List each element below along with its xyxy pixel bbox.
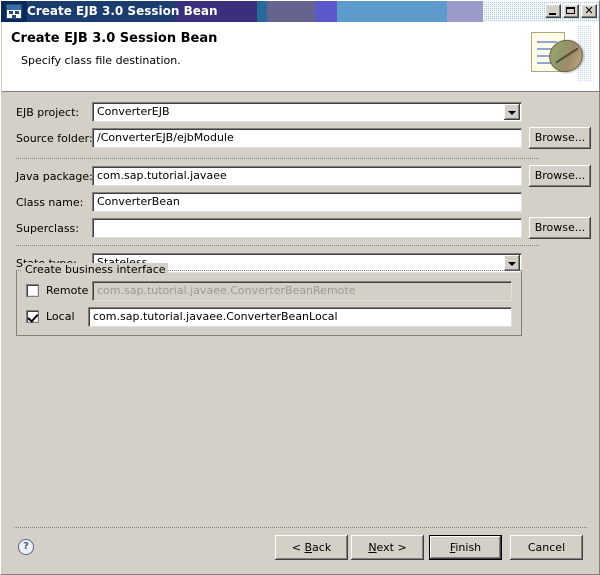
local-label: Local bbox=[46, 310, 75, 323]
java-package-input[interactable]: com.sap.tutorial.javaee bbox=[92, 166, 522, 186]
source-folder-input[interactable]: /ConverterEJB/ejbModule bbox=[92, 128, 522, 148]
ejb-project-combobox[interactable]: ConverterEJB bbox=[92, 102, 522, 122]
ejb-wizard-icon bbox=[6, 4, 22, 19]
window-title: Create EJB 3.0 Session Bean bbox=[27, 4, 218, 18]
help-icon[interactable]: ? bbox=[18, 539, 34, 555]
ejb-project-label: EJB project: bbox=[16, 106, 80, 119]
remote-interface-input: com.sap.tutorial.javaee.ConverterBeanRem… bbox=[92, 281, 512, 301]
ejb-project-value: ConverterEJB bbox=[97, 105, 170, 118]
maximize-button[interactable] bbox=[563, 4, 579, 18]
titlebar-band bbox=[315, 1, 337, 22]
class-name-label: Class name: bbox=[16, 196, 84, 209]
close-icon[interactable]: ✕ bbox=[581, 4, 597, 18]
title-bar[interactable]: Create EJB 3.0 Session Bean ✕ bbox=[1, 1, 599, 22]
superclass-browse-button[interactable]: Browse... bbox=[529, 217, 591, 239]
local-checkbox[interactable] bbox=[26, 310, 39, 323]
finish-button[interactable]: Finish bbox=[429, 535, 502, 560]
chevron-down-icon[interactable] bbox=[504, 255, 520, 271]
superclass-label: Superclass: bbox=[16, 222, 79, 235]
back-mnemonic: B bbox=[304, 541, 313, 554]
titlebar-band bbox=[337, 1, 447, 22]
remote-label: Remote bbox=[46, 284, 89, 297]
titlebar-band bbox=[257, 1, 267, 22]
group-border-right bbox=[140, 270, 522, 271]
next-mnemonic: N bbox=[368, 541, 377, 554]
footer-separator bbox=[14, 527, 587, 528]
java-package-label: Java package: bbox=[16, 170, 93, 183]
group-border-left bbox=[16, 270, 22, 271]
chevron-down-icon[interactable] bbox=[504, 104, 520, 120]
minimize-button[interactable] bbox=[545, 4, 561, 18]
page-title: Create EJB 3.0 Session Bean bbox=[11, 31, 218, 46]
local-interface-input[interactable]: com.sap.tutorial.javaee.ConverterBeanLoc… bbox=[88, 307, 512, 327]
back-prefix: < bbox=[291, 541, 305, 554]
wizard-header: Create EJB 3.0 Session Bean Specify clas… bbox=[2, 22, 599, 92]
java-bean-document-icon bbox=[529, 26, 591, 86]
class-name-input[interactable]: ConverterBean bbox=[92, 192, 522, 212]
back-suffix: ack bbox=[312, 541, 332, 554]
source-folder-label: Source folder: bbox=[16, 132, 93, 145]
finish-suffix: inish bbox=[455, 541, 482, 554]
source-folder-browse-button[interactable]: Browse... bbox=[529, 127, 591, 149]
superclass-input[interactable] bbox=[92, 218, 522, 238]
separator bbox=[16, 245, 539, 246]
close-glyph: ✕ bbox=[584, 4, 594, 17]
titlebar-band bbox=[267, 1, 315, 22]
java-package-browse-button[interactable]: Browse... bbox=[529, 165, 591, 187]
back-button[interactable]: < Back bbox=[275, 535, 348, 560]
wizard-body: EJB project: ConverterEJB Source folder:… bbox=[2, 93, 599, 527]
next-button[interactable]: Next > bbox=[351, 535, 424, 560]
dialog-footer: ? < Back Next > Finish Cancel bbox=[2, 527, 599, 574]
next-suffix: ext > bbox=[376, 541, 407, 554]
separator bbox=[16, 158, 539, 159]
cancel-button[interactable]: Cancel bbox=[510, 535, 583, 560]
create-ejb-session-bean-dialog: Create EJB 3.0 Session Bean ✕ Create EJB… bbox=[0, 0, 600, 575]
business-interface-legend: Create business interface bbox=[23, 263, 168, 277]
remote-checkbox[interactable] bbox=[26, 284, 39, 297]
page-subtitle: Specify class file destination. bbox=[21, 54, 181, 67]
